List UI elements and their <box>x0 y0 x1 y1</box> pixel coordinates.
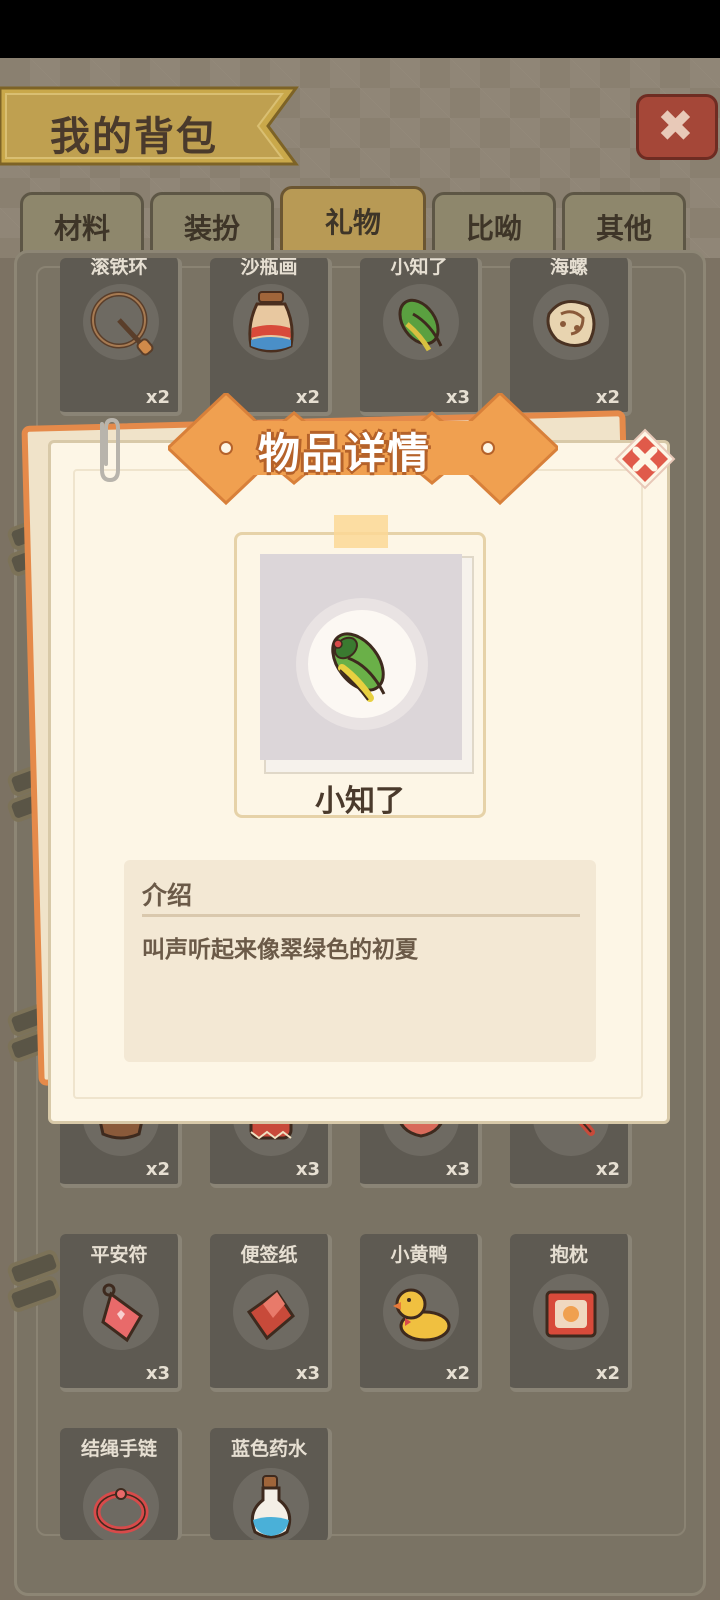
title-banner: 我的背包 <box>0 86 300 166</box>
blue-potion-icon <box>250 1475 292 1539</box>
tab-outfits[interactable]: 装扮 <box>150 192 274 256</box>
tape <box>334 515 388 548</box>
tab-gifts[interactable]: 礼物 <box>280 186 426 256</box>
close-backpack-button[interactable]: ✖ <box>636 94 718 160</box>
sand-bottle-icon <box>248 291 294 353</box>
inventory-item[interactable]: 蓝色药水 <box>210 1428 332 1540</box>
divider <box>142 914 580 917</box>
inventory-item[interactable]: 平安符 x3 <box>60 1234 182 1392</box>
bracelet-icon <box>93 1488 149 1534</box>
cicada-icon <box>398 298 443 352</box>
cicada-icon <box>331 632 386 702</box>
close-icon: ✖ <box>657 101 694 152</box>
inventory-item[interactable]: 抱枕 x2 <box>510 1234 632 1392</box>
intro-text: 叫声听起来像翠绿色的初夏 <box>142 937 418 963</box>
rubber-duck-icon <box>393 1288 451 1342</box>
paperclip-icon <box>100 417 120 483</box>
amulet-icon <box>101 1283 143 1343</box>
tab-materials[interactable]: 材料 <box>20 192 144 256</box>
inventory-item[interactable]: 结绳手链 <box>60 1428 182 1540</box>
iron-hoop-icon <box>90 291 154 356</box>
pillow-icon <box>545 1290 597 1338</box>
item-name: 小知了 <box>315 784 405 819</box>
tab-biyo[interactable]: 比呦 <box>432 192 556 256</box>
inventory-item[interactable]: 便签纸 x3 <box>210 1234 332 1392</box>
description-box: 介绍 叫声听起来像翠绿色的初夏 <box>124 860 596 1062</box>
popup-close-button[interactable] <box>614 428 676 490</box>
intro-label: 介绍 <box>142 881 193 910</box>
sticky-note-icon <box>246 1289 295 1341</box>
popup-title: 物品详情 <box>258 429 431 478</box>
tab-other[interactable]: 其他 <box>562 192 686 256</box>
item-photo <box>260 554 462 760</box>
page-title: 我的背包 <box>50 114 218 160</box>
status-bar <box>0 0 720 58</box>
inventory-item[interactable]: 小黄鸭 x2 <box>360 1234 482 1392</box>
conch-icon <box>546 300 596 347</box>
inventory-item[interactable]: 滚铁环 x2 <box>60 258 182 416</box>
category-tabs: 材料 装扮 礼物 比呦 其他 <box>18 186 708 256</box>
